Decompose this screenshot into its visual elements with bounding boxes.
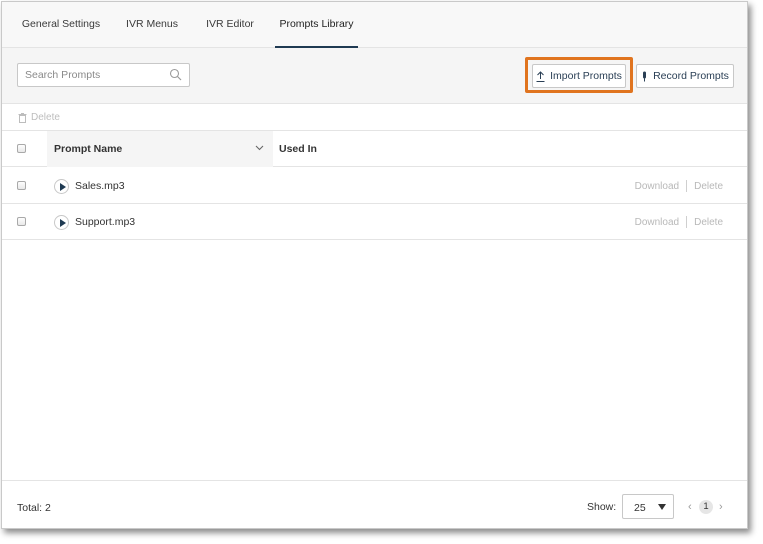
action-divider [686,216,688,228]
chevron-down-icon[interactable] [255,145,264,151]
used-in-header-label: Used In [279,143,317,155]
tab-general-settings[interactable]: General Settings [14,2,108,48]
select-all-checkbox[interactable] [17,144,26,153]
prompt-name-header-label: Prompt Name [54,143,123,155]
chevron-right-icon[interactable]: › [719,501,723,513]
record-prompts-label: Record Prompts [653,70,729,82]
search-input[interactable] [18,64,168,86]
import-prompts-label: Import Prompts [550,70,622,82]
delete-link[interactable]: Delete [694,181,723,192]
download-link[interactable]: Download [635,217,679,228]
table-footer: Total: 2 Show: 25 ‹ 1 › [2,480,747,528]
bulk-action-bar: Delete [2,104,747,131]
bulk-delete-label: Delete [31,112,60,123]
page-size-select[interactable]: 25 [622,494,674,519]
row-actions: Download Delete [635,216,723,228]
prompt-name: Support.mp3 [75,216,136,228]
toolbar: Import Prompts Record Prompts [2,48,747,104]
download-link[interactable]: Download [635,181,679,192]
tab-ivr-editor[interactable]: IVR Editor [198,2,262,48]
microphone-icon [643,71,647,81]
page-size-value: 25 [634,502,646,514]
row-actions: Download Delete [635,180,723,192]
search-box [17,63,190,87]
bulk-delete-button[interactable]: Delete [18,112,60,123]
page-size-label: Show: [587,501,617,513]
row-checkbox[interactable] [17,181,26,190]
trash-icon [18,112,27,123]
prompts-library-window: General Settings IVR Menus IVR Editor Pr… [1,1,748,529]
tab-bar: General Settings IVR Menus IVR Editor Pr… [2,2,747,48]
row-checkbox[interactable] [17,217,26,226]
upload-icon [536,70,545,82]
delete-link[interactable]: Delete [694,217,723,228]
import-prompts-button[interactable]: Import Prompts [532,64,626,88]
play-icon[interactable] [54,215,69,230]
tab-ivr-menus[interactable]: IVR Menus [119,2,185,48]
current-page-indicator[interactable]: 1 [699,500,713,514]
chevron-left-icon[interactable]: ‹ [688,501,692,513]
search-icon[interactable] [169,68,183,82]
prompt-name: Sales.mp3 [75,180,125,192]
tab-prompts-library[interactable]: Prompts Library [275,2,358,48]
table-header: Prompt Name Used In [2,131,747,167]
action-divider [686,180,688,192]
dropdown-arrow-icon [658,504,666,510]
table-row: Sales.mp3 Download Delete [2,168,747,204]
table-row: Support.mp3 Download Delete [2,204,747,240]
total-count: Total: 2 [17,502,51,514]
record-prompts-button[interactable]: Record Prompts [636,64,734,88]
play-icon[interactable] [54,179,69,194]
